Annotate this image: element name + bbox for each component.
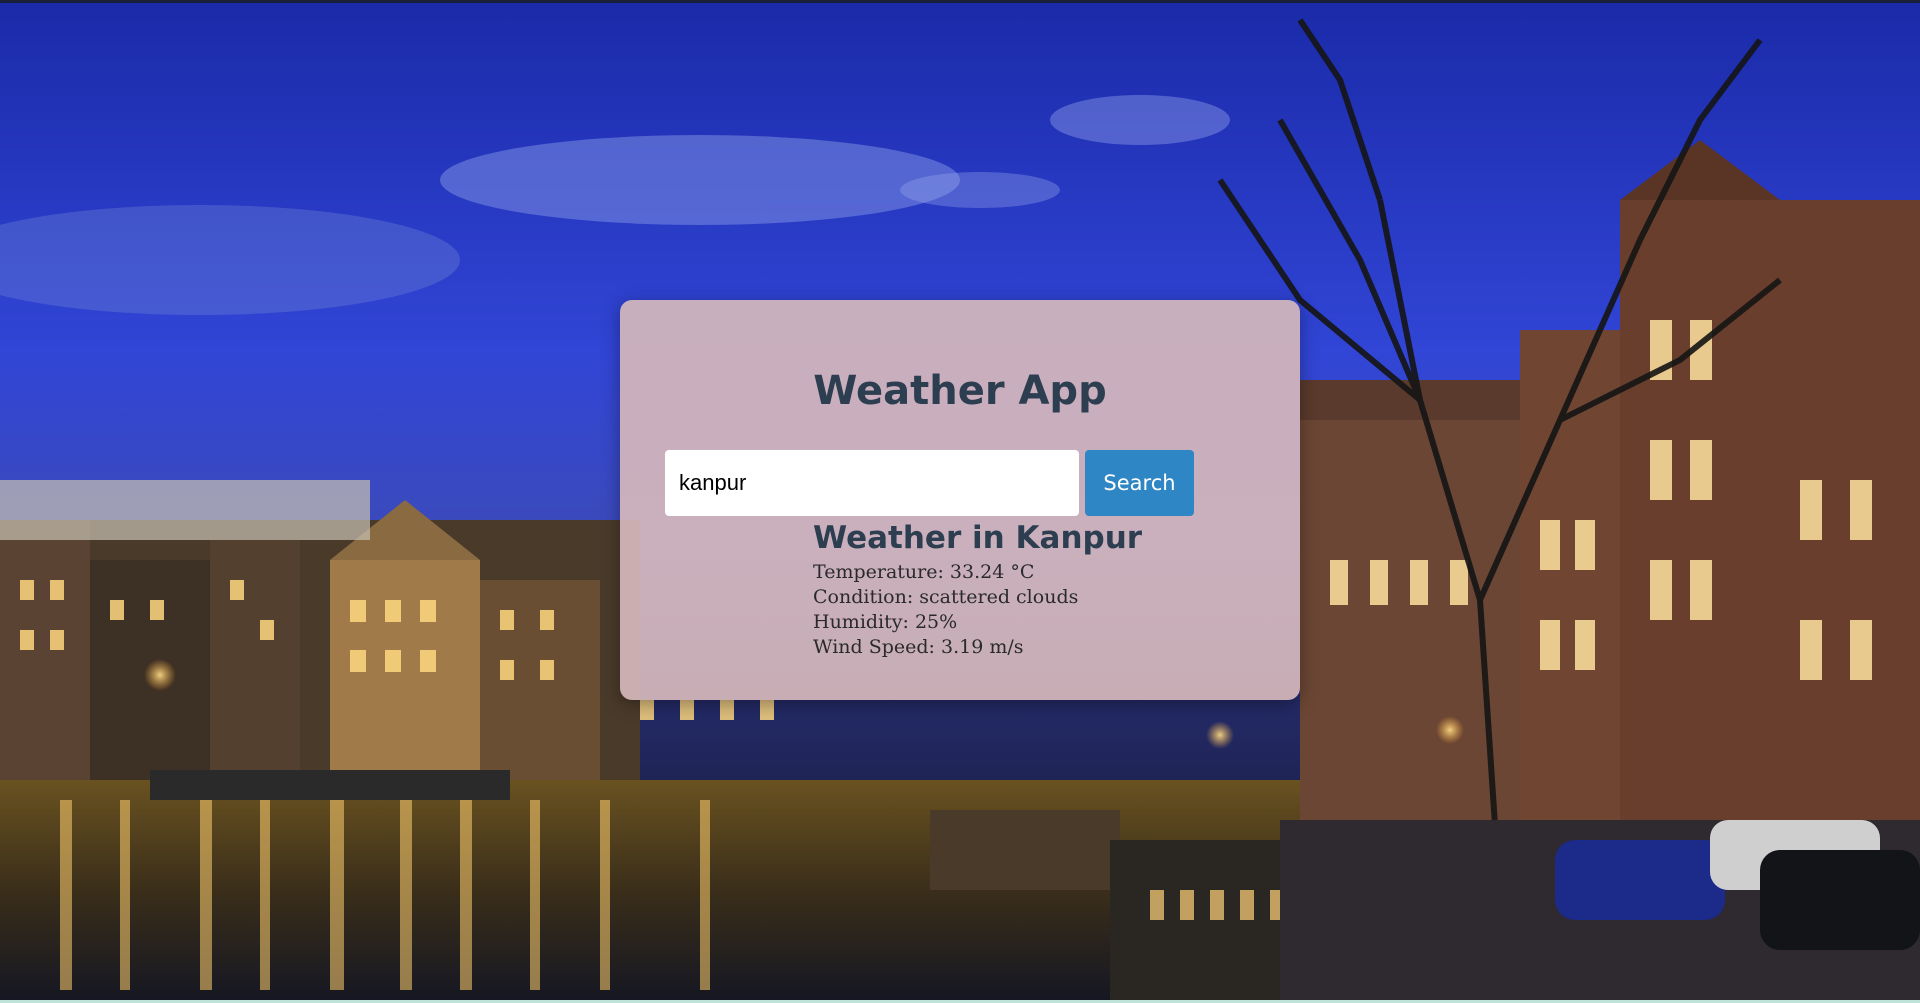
weather-card: Weather App Search Weather in Kanpur Tem… bbox=[620, 300, 1300, 700]
humidity-text: Humidity: 25% bbox=[813, 611, 958, 633]
city-search-input[interactable] bbox=[665, 450, 1079, 516]
app-title: Weather App bbox=[813, 368, 1107, 414]
result-heading: Weather in Kanpur bbox=[813, 520, 1143, 556]
top-edge bbox=[0, 0, 1920, 3]
temperature-text: Temperature: 33.24 °C bbox=[813, 561, 1035, 583]
search-button[interactable]: Search bbox=[1085, 450, 1194, 516]
wind-speed-text: Wind Speed: 3.19 m/s bbox=[813, 636, 1024, 658]
weather-result: Weather in Kanpur Temperature: 33.24 °C … bbox=[813, 518, 1273, 660]
condition-text: Condition: scattered clouds bbox=[813, 586, 1079, 608]
